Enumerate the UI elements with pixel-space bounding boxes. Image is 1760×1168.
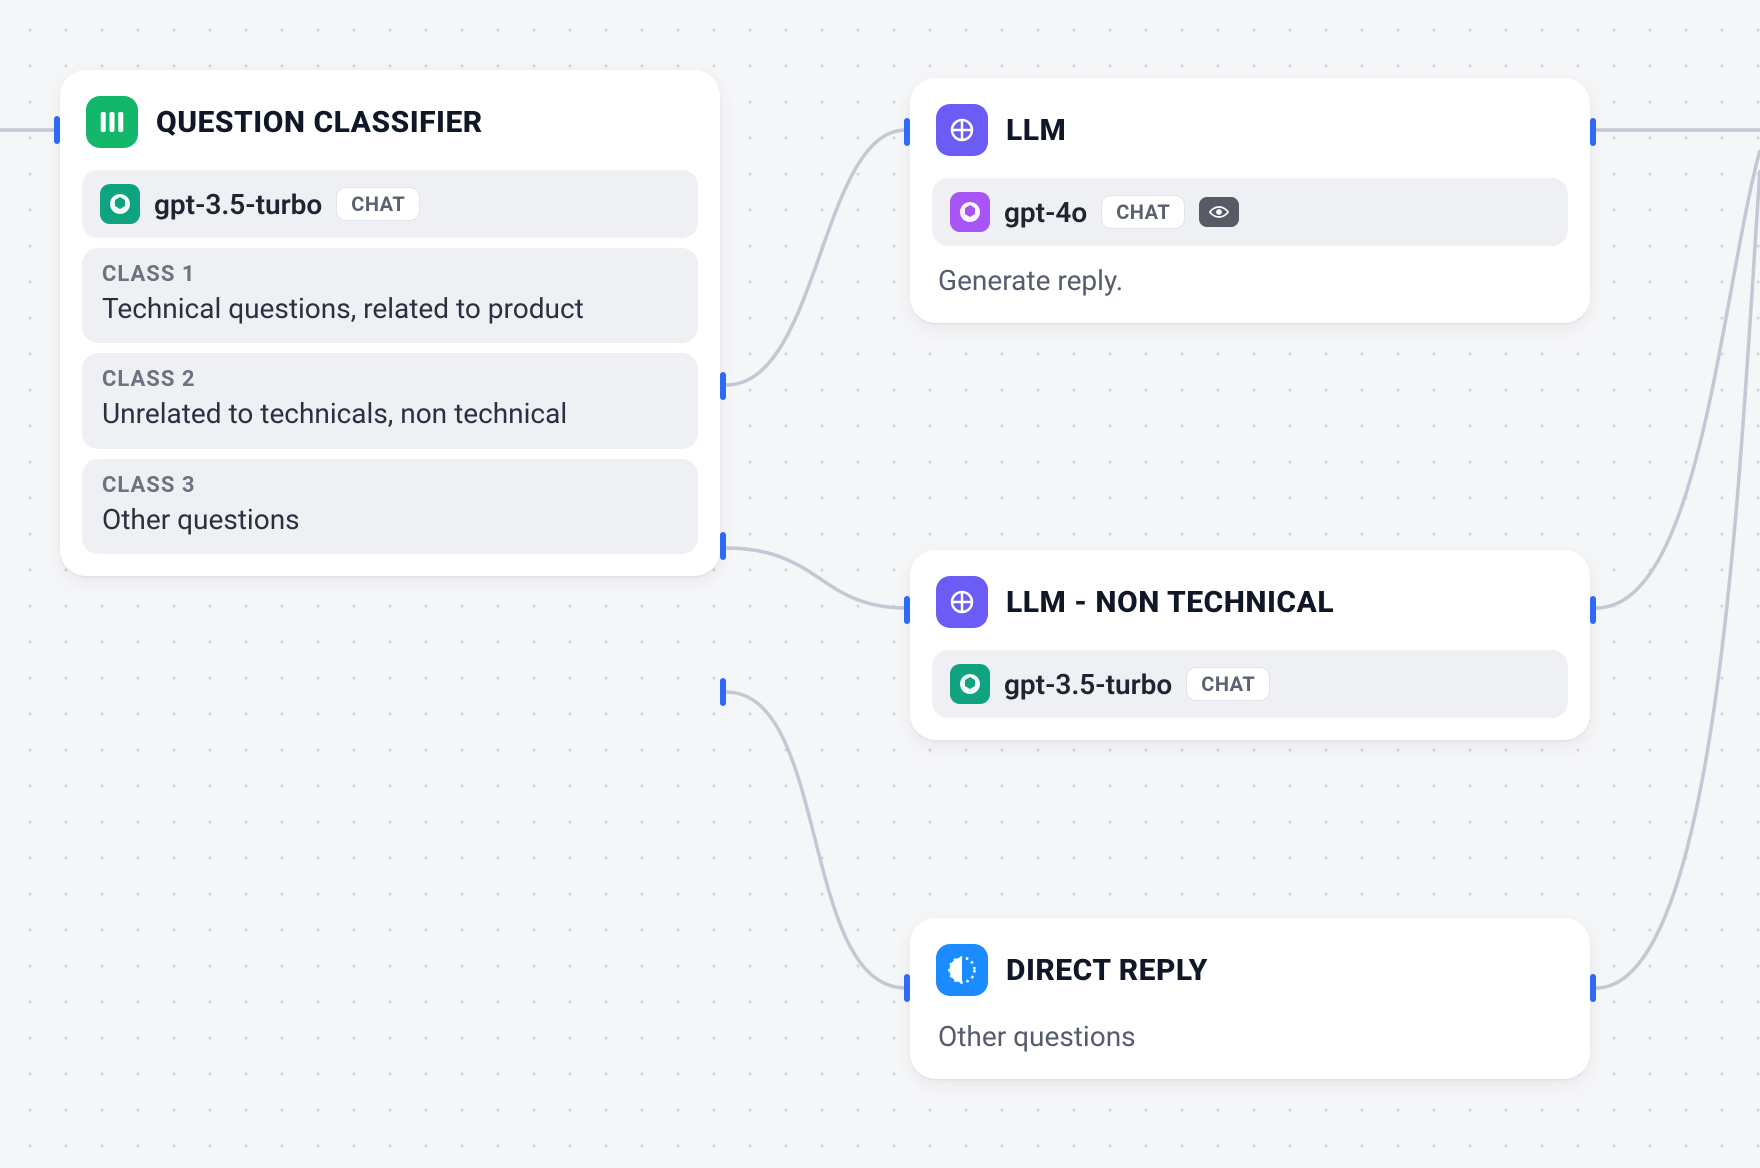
port-in[interactable]	[54, 116, 60, 144]
class-text: Other questions	[102, 502, 678, 538]
class-text: Technical questions, related to product	[102, 291, 678, 327]
class-1[interactable]: CLASS 1 Technical questions, related to …	[82, 248, 698, 343]
port-out-class-3[interactable]	[720, 678, 726, 706]
model-selector[interactable]: gpt-3.5-turbo CHAT	[932, 650, 1568, 718]
class-label: CLASS 1	[102, 262, 678, 287]
node-header: LLM	[932, 98, 1568, 162]
port-in[interactable]	[904, 974, 910, 1002]
direct-reply-icon	[936, 944, 988, 996]
port-out-class-1[interactable]	[720, 372, 726, 400]
class-label: CLASS 2	[102, 367, 678, 392]
model-name: gpt-3.5-turbo	[1004, 668, 1172, 701]
vision-icon	[1199, 197, 1239, 227]
classifier-icon	[86, 96, 138, 148]
llm-icon	[936, 576, 988, 628]
openai-icon	[950, 664, 990, 704]
node-header: DIRECT REPLY	[932, 938, 1568, 1002]
node-title: QUESTION CLASSIFIER	[156, 105, 483, 140]
model-name: gpt-4o	[1004, 196, 1087, 229]
model-selector[interactable]: gpt-3.5-turbo CHAT	[82, 170, 698, 238]
model-badge: CHAT	[1186, 667, 1270, 701]
llm-icon	[936, 104, 988, 156]
model-badge: CHAT	[336, 187, 420, 221]
node-description: Other questions	[932, 1020, 1568, 1057]
model-selector[interactable]: gpt-4o CHAT	[932, 178, 1568, 246]
openai-icon	[950, 192, 990, 232]
node-title: LLM - NON TECHNICAL	[1006, 585, 1334, 620]
node-direct-reply[interactable]: DIRECT REPLY Other questions	[910, 918, 1590, 1079]
node-title: LLM	[1006, 113, 1066, 148]
node-header: QUESTION CLASSIFIER	[82, 90, 698, 154]
node-llm[interactable]: LLM gpt-4o CHAT Generate reply.	[910, 78, 1590, 323]
port-out[interactable]	[1590, 596, 1596, 624]
port-out[interactable]	[1590, 974, 1596, 1002]
node-description: Generate reply.	[932, 264, 1568, 301]
port-in[interactable]	[904, 118, 910, 146]
port-out-class-2[interactable]	[720, 532, 726, 560]
node-title: DIRECT REPLY	[1006, 953, 1208, 988]
node-llm-non-technical[interactable]: LLM - NON TECHNICAL gpt-3.5-turbo CHAT	[910, 550, 1590, 740]
openai-icon	[100, 184, 140, 224]
port-in[interactable]	[904, 596, 910, 624]
class-label: CLASS 3	[102, 473, 678, 498]
class-text: Unrelated to technicals, non technical	[102, 396, 678, 432]
model-badge: CHAT	[1101, 195, 1185, 229]
node-header: LLM - NON TECHNICAL	[932, 570, 1568, 634]
port-out[interactable]	[1590, 118, 1596, 146]
node-question-classifier[interactable]: QUESTION CLASSIFIER gpt-3.5-turbo CHAT C…	[60, 70, 720, 576]
class-2[interactable]: CLASS 2 Unrelated to technicals, non tec…	[82, 353, 698, 448]
class-3[interactable]: CLASS 3 Other questions	[82, 459, 698, 554]
model-name: gpt-3.5-turbo	[154, 188, 322, 221]
